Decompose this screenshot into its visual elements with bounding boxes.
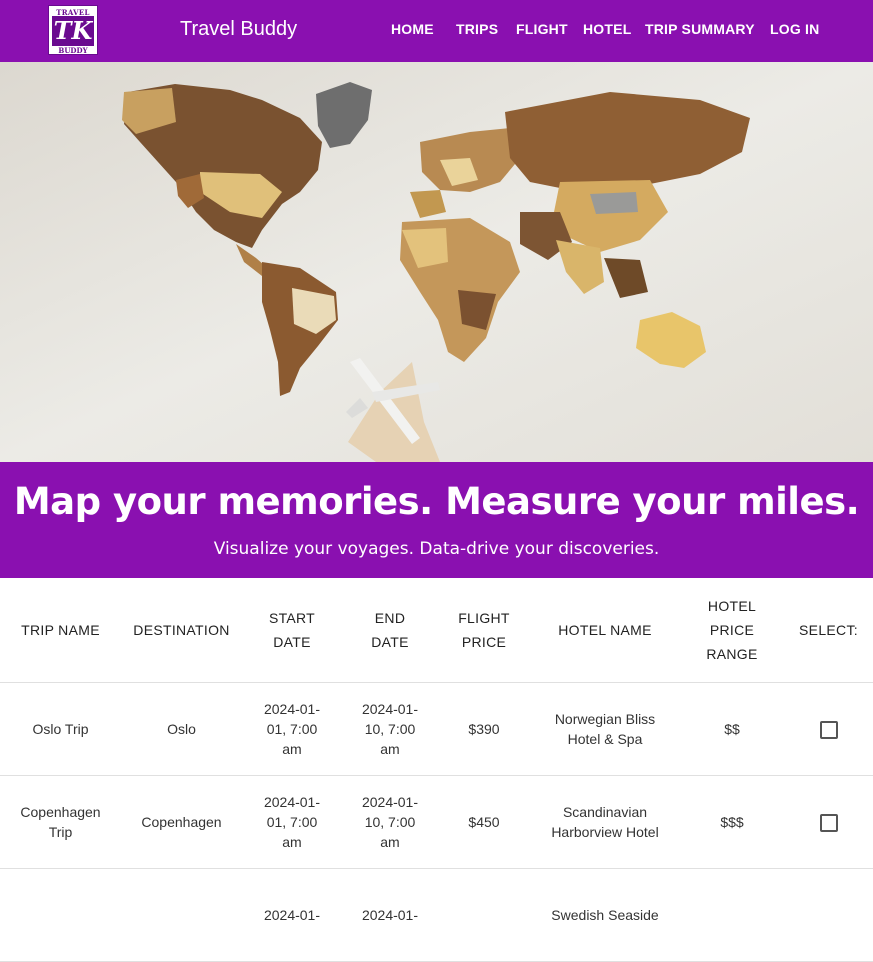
- col-destination-header: DESTINATION: [121, 578, 242, 683]
- hero-banner: Map your memories. Measure your miles. V…: [0, 462, 873, 578]
- cell-select: [784, 682, 873, 776]
- cell-end-date-text: 10, 7:00: [364, 720, 416, 737]
- col-end-date-header-line: DATE: [371, 633, 409, 650]
- cell-trip-name: Oslo Trip: [0, 682, 121, 776]
- nav-flight[interactable]: FLIGHT: [516, 21, 568, 37]
- cell-hotel-name: Scandinavian Harborview Hotel: [530, 775, 680, 869]
- cell-start-date-text: 2024-01-: [263, 906, 321, 923]
- cell-end-date-text: 2024-01-: [361, 906, 419, 923]
- cell-end-date: 2024-01- 10, 7:00 am: [342, 682, 438, 776]
- cell-hotel-price-range: $$: [680, 682, 784, 776]
- cell-end-date-text: am: [380, 833, 400, 850]
- cell-start-date-text: 2024-01-: [263, 793, 321, 810]
- logo-bottom-text: BUDDY: [58, 46, 88, 55]
- table-header-row: TRIP NAME DESTINATION START DATE END DATE FLIG…: [0, 578, 873, 683]
- cell-trip-name-text: Copenhagen: [20, 803, 101, 820]
- table-row[interactable]: Oslo Trip Oslo 2024-01- 01, 7:00 am 2024-01- 1…: [0, 682, 873, 776]
- col-start-date-header-line: START: [268, 609, 316, 626]
- banner-title: Map your memories. Measure your miles.: [13, 480, 860, 523]
- logo-mark: TK: [52, 16, 94, 46]
- col-end-date-header: END DATE: [342, 578, 438, 683]
- nav-trip-summary[interactable]: TRIP SUMMARY: [645, 21, 755, 37]
- cell-select: [784, 868, 873, 962]
- select-trip-checkbox[interactable]: [819, 813, 838, 832]
- cell-start-date: 2024-01-: [242, 868, 342, 962]
- col-trip-name-header-line: TRIP NAME: [21, 621, 100, 638]
- col-hotel-price-range-header-line: HOTEL: [707, 597, 757, 614]
- hero-world-map-image: [0, 62, 873, 462]
- select-trip-checkbox[interactable]: [819, 720, 838, 739]
- col-hotel-name-header-line: HOTEL NAME: [558, 621, 652, 638]
- cell-trip-name: [0, 868, 121, 962]
- cell-hotel-name-text: Harborview Hotel: [551, 823, 659, 840]
- cell-trip-name-text: Trip: [48, 823, 73, 840]
- cell-hotel-name-text: Scandinavian: [562, 803, 648, 820]
- travel-buddy-logo[interactable]: TRAVEL TK BUDDY: [48, 5, 98, 55]
- col-hotel-price-range-header-line: RANGE: [706, 645, 758, 662]
- nav-trips[interactable]: TRIPS: [456, 21, 498, 37]
- cell-hotel-name-text: Norwegian Bliss: [554, 710, 656, 727]
- cell-start-date-text: 2024-01-: [263, 700, 321, 717]
- cell-start-date: 2024-01- 01, 7:00 am: [242, 775, 342, 869]
- cell-end-date: 2024-01-: [342, 868, 438, 962]
- cell-flight-price: $450: [438, 775, 530, 869]
- col-destination-header-line: DESTINATION: [133, 621, 230, 638]
- banner-subtitle: Visualize your voyages. Data-drive your …: [213, 539, 660, 559]
- brand-title[interactable]: Travel Buddy: [180, 18, 297, 41]
- cell-start-date-text: 01, 7:00: [266, 813, 318, 830]
- col-flight-price-header-line: FLIGHT: [458, 609, 510, 626]
- col-select-header-line: SELECT:: [799, 621, 858, 638]
- cell-trip-name: Copenhagen Trip: [0, 775, 121, 869]
- cell-trip-name-text: Oslo Trip: [32, 720, 89, 737]
- col-trip-name-header: TRIP NAME: [0, 578, 121, 683]
- nav-home[interactable]: HOME: [391, 21, 434, 37]
- col-start-date-header-line: DATE: [273, 633, 311, 650]
- col-flight-price-header-line: PRICE: [461, 633, 507, 650]
- cell-hotel-price-range: [680, 868, 784, 962]
- cell-hotel-name-text: Swedish Seaside: [551, 906, 659, 923]
- cell-hotel-name-text: Hotel & Spa: [567, 730, 643, 747]
- cell-start-date-text: am: [282, 740, 302, 757]
- cell-select: [784, 775, 873, 869]
- table-row[interactable]: 2024-01- 2024-01- Swedish Seaside: [0, 868, 873, 962]
- cell-end-date-text: 10, 7:00: [364, 813, 416, 830]
- cell-start-date: 2024-01- 01, 7:00 am: [242, 682, 342, 776]
- cell-end-date: 2024-01- 10, 7:00 am: [342, 775, 438, 869]
- cell-destination: Oslo: [121, 682, 242, 776]
- col-end-date-header-line: END: [374, 609, 406, 626]
- world-map-illustration: [0, 62, 873, 462]
- cell-destination: Copenhagen: [121, 775, 242, 869]
- col-select-header: SELECT:: [784, 578, 873, 683]
- nav-log-in[interactable]: LOG IN: [770, 21, 819, 37]
- trips-table: TRIP NAME DESTINATION START DATE END DATE FLIG…: [0, 578, 873, 962]
- nav-hotel[interactable]: HOTEL: [583, 21, 631, 37]
- col-hotel-price-range-header-line: PRICE: [709, 621, 755, 638]
- table-row[interactable]: Copenhagen Trip Copenhagen 2024-01- 01, 7:00…: [0, 775, 873, 869]
- cell-hotel-price-range: $$$: [680, 775, 784, 869]
- col-hotel-name-header: HOTEL NAME: [530, 578, 680, 683]
- cell-destination: [121, 868, 242, 962]
- cell-end-date-text: am: [380, 740, 400, 757]
- cell-start-date-text: 01, 7:00: [266, 720, 318, 737]
- col-start-date-header: START DATE: [242, 578, 342, 683]
- cell-end-date-text: 2024-01-: [361, 793, 419, 810]
- cell-flight-price: [438, 868, 530, 962]
- cell-end-date-text: 2024-01-: [361, 700, 419, 717]
- col-flight-price-header: FLIGHT PRICE: [438, 578, 530, 683]
- col-hotel-price-range-header: HOTEL PRICE RANGE: [680, 578, 784, 683]
- cell-flight-price: $390: [438, 682, 530, 776]
- cell-hotel-name: Swedish Seaside: [530, 868, 680, 962]
- cell-hotel-name: Norwegian Bliss Hotel & Spa: [530, 682, 680, 776]
- navbar: TRAVEL TK BUDDY Travel Buddy HOME TRIPS …: [0, 0, 873, 62]
- cell-start-date-text: am: [282, 833, 302, 850]
